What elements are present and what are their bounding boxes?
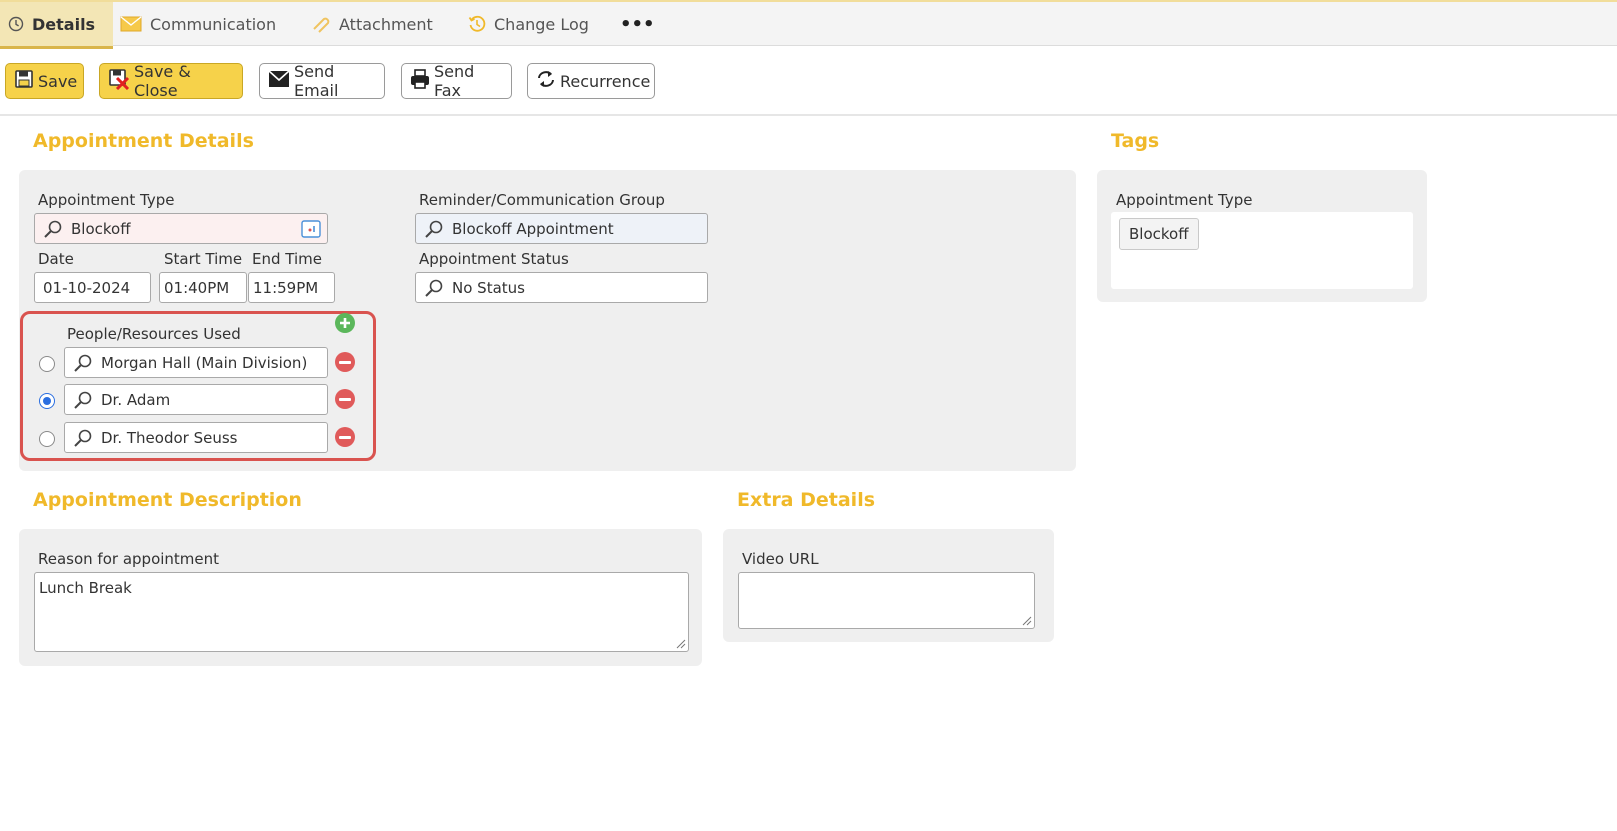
floppy-disk-icon [14,69,34,93]
tab-details[interactable]: Details [0,2,113,49]
appointment-type-label: Appointment Type [38,191,175,209]
video-url-textarea[interactable] [738,572,1035,629]
reason-value: Lunch Break [39,579,132,597]
remove-resource-button-1[interactable] [335,352,355,372]
tags-appointment-type-label: Appointment Type [1116,191,1253,209]
appointment-status-label: Appointment Status [419,250,569,268]
tab-label: Change Log [494,14,589,34]
end-time-value: 11:59PM [253,278,319,297]
send-email-button[interactable]: Send Email [259,62,385,100]
search-icon [424,219,444,239]
plus-icon [339,314,351,333]
resource-radio-2[interactable] [39,393,55,409]
email-icon [268,70,290,92]
tab-label: Details [32,14,96,34]
resource-name: Dr. Theodor Seuss [101,428,238,447]
resize-grip-icon[interactable] [1022,616,1032,626]
toolbar: Save Save & Close Send Email Send Fax Re… [0,46,1617,116]
save-close-icon [108,68,130,94]
reason-textarea[interactable]: Lunch Break [34,572,689,652]
recurrence-label: Recurrence [560,71,651,91]
save-close-button[interactable]: Save & Close [99,62,243,100]
start-time-label: Start Time [164,250,243,268]
tab-communication[interactable]: Communication [120,2,276,46]
tab-label: Communication [150,14,277,34]
resource-field-3[interactable]: Dr. Theodor Seuss [64,422,328,453]
details-card-icon[interactable] [301,220,321,242]
appointment-description-title: Appointment Description [33,489,302,511]
remove-resource-button-2[interactable] [335,389,355,409]
resource-name: Morgan Hall (Main Division) [101,353,308,372]
communication-group-value: Blockoff Appointment [452,219,614,238]
tab-change-log[interactable]: Change Log [468,2,589,46]
search-icon [73,428,93,448]
more-icon: ••• [620,13,655,35]
appointment-type-value: Blockoff [71,219,131,238]
resource-field-1[interactable]: Morgan Hall (Main Division) [64,347,328,378]
history-icon [468,15,486,33]
search-icon [73,353,93,373]
end-time-label: End Time [252,250,322,268]
tag-chip-label: Blockoff [1129,225,1189,243]
clock-icon [8,16,24,32]
extra-details-title: Extra Details [737,489,876,511]
resource-radio-1[interactable] [39,356,55,372]
date-value: 01-10-2024 [43,278,131,297]
communication-group-label: Reminder/Communication Group [419,191,665,209]
people-resources-label: People/Resources Used [67,325,241,343]
send-fax-button[interactable]: Send Fax [401,62,512,100]
resource-field-2[interactable]: Dr. Adam [64,384,328,415]
more-tabs-button[interactable]: ••• [620,2,655,46]
appointment-status-field[interactable]: No Status [415,272,708,303]
start-time-value: 01:40PM [164,278,230,297]
tab-label: Attachment [339,14,433,34]
search-icon [43,219,63,239]
search-icon [424,278,444,298]
date-label: Date [38,250,74,268]
start-time-field[interactable]: 01:40PM [159,272,247,303]
resource-radio-3[interactable] [39,431,55,447]
appointment-status-value: No Status [452,278,525,297]
save-button[interactable]: Save [5,63,84,99]
paperclip-icon [311,15,331,33]
video-url-label: Video URL [742,550,819,568]
resource-name: Dr. Adam [101,390,171,409]
tags-title: Tags [1111,130,1160,152]
communication-group-field[interactable]: Blockoff Appointment [415,213,708,244]
add-resource-button[interactable] [335,313,355,333]
recurrence-button[interactable]: Recurrence [527,63,655,99]
save-label: Save [38,71,78,91]
tab-bar: Details Communication Attachment Change … [0,0,1617,49]
appointment-type-field[interactable]: Blockoff [34,213,328,244]
save-close-label: Save & Close [134,62,191,100]
date-field[interactable]: 01-10-2024 [34,272,151,303]
search-icon [73,390,93,410]
fax-icon [410,69,430,93]
send-fax-label: Send Fax [434,62,475,100]
tag-chip[interactable]: Blockoff [1119,218,1199,250]
resize-grip-icon[interactable] [676,639,686,649]
envelope-icon [120,16,142,32]
remove-resource-button-3[interactable] [335,427,355,447]
end-time-field[interactable]: 11:59PM [248,272,335,303]
tab-attachment[interactable]: Attachment [311,2,433,46]
repeat-icon [536,69,556,93]
reason-label: Reason for appointment [38,550,220,568]
send-email-label: Send Email [294,62,339,100]
appointment-details-title: Appointment Details [33,130,254,152]
